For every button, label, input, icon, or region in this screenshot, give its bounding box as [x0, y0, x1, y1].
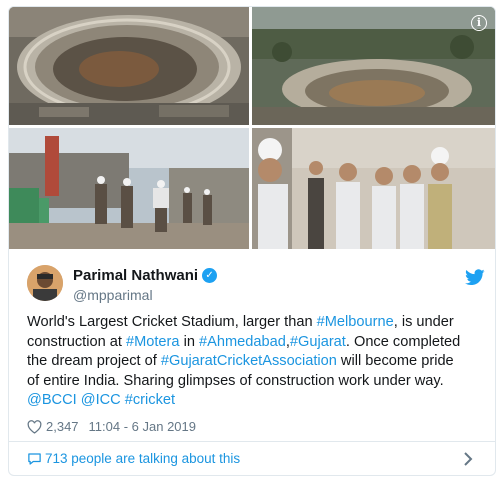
verified-badge-icon: ✓: [202, 268, 218, 283]
construction-site-visit-photo[interactable]: [9, 128, 249, 249]
tweet-text-segment: of entire India. Sharing glimpses of con…: [27, 372, 444, 389]
tweet-author: Parimal Nathwani ✓ @mpparimal: [27, 265, 487, 305]
hashtag-link[interactable]: #Gujarat: [290, 334, 346, 350]
tweet-media-grid: i: [9, 7, 495, 249]
tweet-text-segment: will become pride: [336, 353, 454, 369]
tweet-text-segment: , is under: [393, 314, 454, 330]
tweet-text-segment: World's Largest Cricket Stadium, larger …: [27, 314, 317, 330]
avatar[interactable]: [27, 265, 63, 301]
info-icon[interactable]: i: [471, 15, 487, 31]
tweet-text-segment: . Once completed: [345, 333, 461, 350]
tweet-text-line: World's Largest Cricket Stadium, larger …: [27, 313, 489, 333]
mention-link[interactable]: @ICC: [81, 392, 121, 408]
tweet-text-segment: the dream project of: [27, 353, 161, 369]
like-count[interactable]: 2,347: [46, 419, 79, 434]
tweet-text-line: of entire India. Sharing glimpses of con…: [27, 372, 489, 392]
people-talking-link[interactable]: 713 people are talking about this: [9, 442, 495, 475]
hashtag-link[interactable]: #GujaratCricketAssociation: [161, 353, 337, 369]
hashtag-link[interactable]: #cricket: [125, 392, 175, 408]
embedded-tweet-card: i Parimal Nathwani ✓ @mpparimal World's …: [8, 6, 496, 476]
tweet-text-line: the dream project of #GujaratCricketAsso…: [27, 352, 489, 372]
author-name[interactable]: Parimal Nathwani: [73, 267, 198, 284]
stadium-wide-aerial-photo[interactable]: i: [252, 7, 495, 125]
twitter-bird-icon[interactable]: [465, 269, 485, 286]
mention-link[interactable]: @BCCI: [27, 392, 77, 408]
tweet-text-segment: construction at: [27, 333, 126, 350]
tweet-timestamp[interactable]: 11:04 - 6 Jan 2019: [89, 419, 196, 434]
stadium-aerial-photo[interactable]: [9, 7, 249, 125]
tweet-meta: 2,347 11:04 - 6 Jan 2019: [27, 419, 196, 434]
hashtag-link[interactable]: #Ahmedabad: [199, 334, 286, 350]
tweet-text-line: @BCCI @ICC #cricket: [27, 391, 489, 411]
officials-inspection-photo[interactable]: [252, 128, 495, 249]
chevron-right-icon: [464, 452, 473, 466]
speech-bubble-icon: [28, 453, 41, 465]
people-talking-text: 713 people are talking about this: [45, 451, 241, 466]
tweet-text: World's Largest Cricket Stadium, larger …: [27, 313, 489, 411]
heart-icon[interactable]: [27, 419, 42, 434]
tweet-text-line: construction at #Motera in #Ahmedabad,#G…: [27, 333, 489, 353]
author-handle[interactable]: @mpparimal: [73, 287, 153, 303]
tweet-text-segment: in: [179, 333, 199, 350]
hashtag-link[interactable]: #Motera: [126, 334, 180, 350]
author-name-row: Parimal Nathwani ✓: [73, 267, 218, 284]
hashtag-link[interactable]: #Melbourne: [317, 314, 394, 330]
